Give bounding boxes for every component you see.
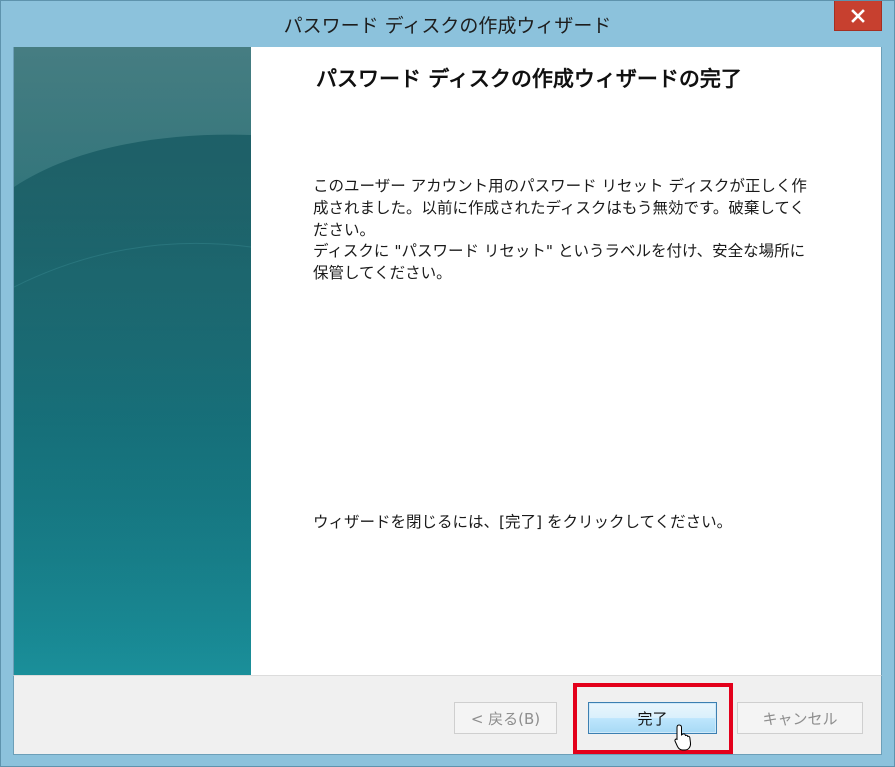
back-button[interactable]: < 戻る(B) xyxy=(454,702,557,734)
wizard-side-banner xyxy=(14,47,251,675)
mouse-pointer-icon xyxy=(674,724,692,751)
close-button[interactable] xyxy=(834,1,882,31)
banner-decoration xyxy=(14,47,251,675)
title-bar[interactable]: パスワード ディスクの作成ウィザード xyxy=(1,1,894,47)
close-instruction: ウィザードを閉じるには、[完了] をクリックしてください。 xyxy=(313,513,733,531)
finish-button[interactable]: 完了 xyxy=(588,702,717,734)
button-bar: < 戻る(B) 完了 キャンセル xyxy=(13,675,882,755)
wizard-window: パスワード ディスクの作成ウィザード パスワード ディスクの作成ウィザードの完了… xyxy=(0,0,895,767)
label-instruction: ディスクに "パスワード リセット" というラベルを付け、安全な場所に保管してく… xyxy=(313,242,806,282)
page-heading: パスワード ディスクの作成ウィザードの完了 xyxy=(316,67,742,91)
wizard-content: パスワード ディスクの作成ウィザードの完了 このユーザー アカウント用のパスワー… xyxy=(13,47,882,675)
close-icon xyxy=(851,8,865,23)
window-title: パスワード ディスクの作成ウィザード xyxy=(283,15,612,37)
success-message: このユーザー アカウント用のパスワード リセット ディスクが正しく作成されました… xyxy=(313,177,807,239)
cancel-button[interactable]: キャンセル xyxy=(737,702,863,734)
